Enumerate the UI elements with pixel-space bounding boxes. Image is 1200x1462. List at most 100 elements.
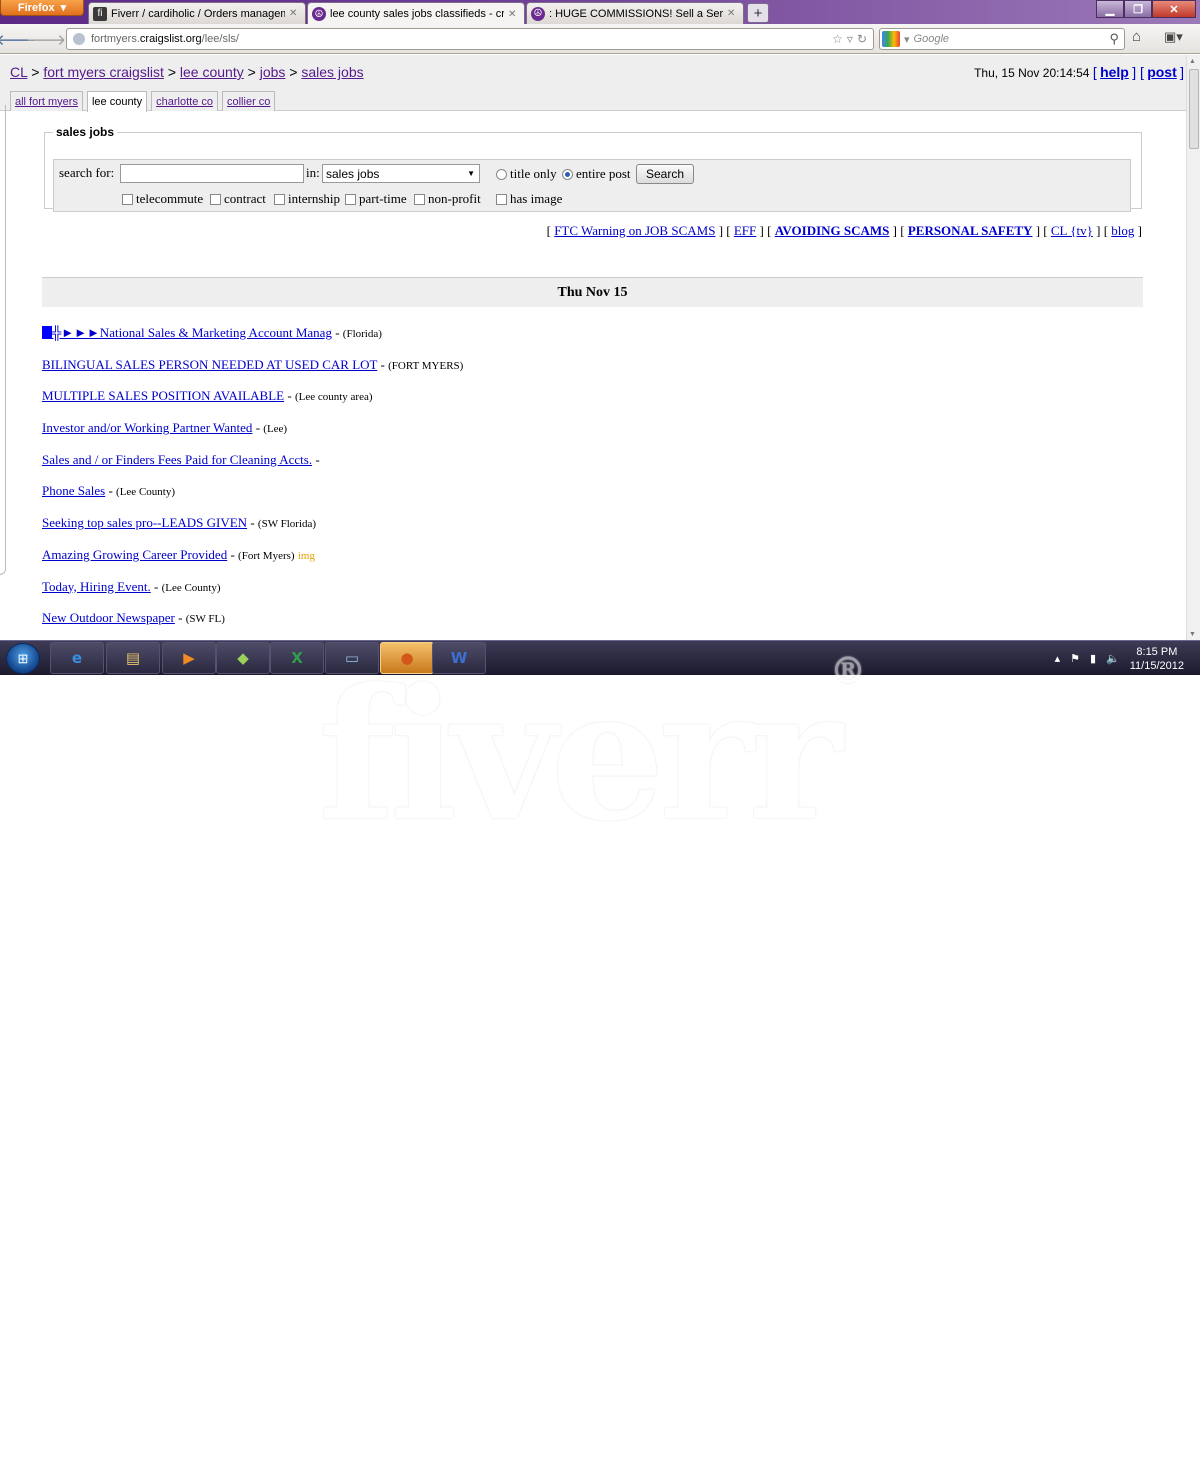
new-tab-button[interactable]: + [747,3,769,23]
google-icon[interactable] [882,31,900,47]
windows-explorer-icon[interactable]: ▤ [106,642,160,674]
bookmarks-menu-icon[interactable]: ▣▾ [1164,29,1183,45]
list-item: Today, Hiring Event. - (Lee County) [42,578,221,594]
restore-button[interactable]: ❐ [1124,0,1152,18]
category-select[interactable]: sales jobs ▼ [322,164,480,183]
media-player-icon[interactable]: ▶ [162,642,216,674]
close-icon[interactable]: ✕ [508,9,518,20]
tab-craigslist-sales-jobs[interactable]: ☮ lee county sales jobs classifieds - cr… [307,2,525,25]
title-only-radio[interactable]: title only [496,166,557,182]
image-tag: img [297,549,315,562]
eff-link[interactable]: EFF [734,223,756,238]
listing-link[interactable]: BILINGUAL SALES PERSON NEEDED AT USED CA… [42,357,377,372]
bookmark-star-icon[interactable]: ☆ [832,32,843,46]
power-icon[interactable]: ▮ [1090,652,1096,665]
breadcrumb-sales-jobs[interactable]: sales jobs [301,64,363,80]
listing-link[interactable]: Amazing Growing Career Provided [42,547,227,562]
post-link[interactable]: post [1147,64,1177,80]
listing-link[interactable]: Sales and / or Finders Fees Paid for Cle… [42,452,312,467]
part-time-checkbox[interactable]: part-time [345,191,407,207]
help-link[interactable]: help [1100,64,1129,80]
firefox-menu-button[interactable]: Firefox ▾ [0,0,84,16]
close-icon[interactable]: ✕ [289,8,299,19]
scroll-down-icon[interactable]: ▼ [1189,630,1196,638]
close-window-button[interactable]: ✕ [1152,0,1196,18]
tab-fiverr-orders[interactable]: fi Fiverr / cardiholic / Orders managem.… [88,2,306,24]
site-identity-icon[interactable] [73,33,85,45]
listing-link[interactable]: Investor and/or Working Partner Wanted [42,420,252,435]
close-icon[interactable]: ✕ [727,8,737,19]
internet-explorer-icon[interactable]: e [50,642,104,674]
listing-link[interactable]: ╬►►►National Sales & Marketing Account M… [52,325,332,340]
cl-tv-link[interactable]: CL {tv} [1051,223,1093,238]
area-tab-all-fort-myers[interactable]: all fort myers [10,91,83,111]
show-hidden-icons-icon[interactable]: ▴ [1055,652,1061,665]
list-item: BILINGUAL SALES PERSON NEEDED AT USED CA… [42,356,464,372]
scrollbar-thumb[interactable] [1189,69,1199,149]
windows-logo-icon: ⊞ [17,650,29,666]
telecommute-checkbox[interactable]: telecommute [122,191,203,207]
ftc-warning-link[interactable]: FTC Warning on JOB SCAMS [554,223,715,238]
peace-icon: ☮ [312,7,326,21]
area-tab-collier-co[interactable]: collier co [222,91,276,111]
action-center-icon[interactable]: ⚑ [1070,652,1080,665]
search-engine-dropdown-icon[interactable]: ▾ [904,33,910,46]
back-arrow-icon[interactable]: 🡐 [0,28,36,50]
listing-link[interactable]: New Outdoor Newspaper [42,610,175,625]
listing-link[interactable]: Phone Sales [42,483,105,498]
area-tab-lee-county[interactable]: lee county [86,91,148,112]
page-timestamp: Thu, 15 Nov 20:14:54 [974,66,1090,80]
contract-checkbox[interactable]: contract [210,191,266,207]
breadcrumb-lee-county[interactable]: lee county [180,64,244,80]
forward-arrow-icon[interactable]: 🡒 [26,28,66,50]
blog-link[interactable]: blog [1111,223,1134,238]
tab-label: : HUGE COMMISSIONS! Sell a Service ... [549,7,723,20]
has-image-checkbox[interactable]: has image [496,191,562,207]
navigation-toolbar: 🡐 🡒 fortmyers.craigslist.org/lee/sls/ ☆ … [0,24,1200,54]
tab-huge-commissions[interactable]: ☮ : HUGE COMMISSIONS! Sell a Service ...… [526,2,744,24]
listing-link[interactable]: MULTIPLE SALES POSITION AVAILABLE [42,388,284,403]
search-icon[interactable]: ⚲ [1109,31,1119,47]
search-bar[interactable]: ▾ Google ⚲ [879,28,1125,50]
watermark-text: fiverr [318,650,843,861]
history-dropdown-icon[interactable]: ▿ [847,32,853,46]
breadcrumb-jobs[interactable]: jobs [260,64,286,80]
volume-icon[interactable]: 🔈 [1106,652,1120,665]
entire-post-label: entire post [576,166,631,181]
listing-link[interactable]: Today, Hiring Event. [42,579,151,594]
breadcrumb-cl[interactable]: CL [10,64,27,80]
search-panel: search for: in: sales jobs ▼ title only … [53,159,1131,212]
internship-checkbox[interactable]: internship [274,191,340,207]
reload-icon[interactable]: ↻ [857,32,867,46]
folder-icon[interactable]: ◆ [216,642,270,674]
list-item: Sales and / or Finders Fees Paid for Cle… [42,451,320,467]
day-header: Thu Nov 15 [42,277,1143,307]
vertical-scrollbar[interactable]: ▲ ▼ [1186,55,1200,640]
registered-mark: ® [830,650,866,692]
checkbox-label: non-profit [428,191,481,206]
start-button[interactable]: ⊞ [6,643,40,674]
breadcrumb-fort-myers[interactable]: fort myers craigslist [43,64,164,80]
decorative-block [42,326,52,339]
excel-icon[interactable]: X [270,642,324,674]
system-clock[interactable]: 8:15 PM 11/15/2012 [1130,645,1184,673]
scroll-up-icon[interactable]: ▲ [1189,57,1196,65]
search-input[interactable] [120,164,304,183]
personal-safety-link[interactable]: PERSONAL SAFETY [908,223,1033,238]
home-icon[interactable]: ⌂ [1132,29,1141,46]
avoiding-scams-link[interactable]: AVOIDING SCAMS [775,223,890,238]
non-profit-checkbox[interactable]: non-profit [414,191,481,207]
listing-list: ╬►►►National Sales & Marketing Account M… [42,325,1142,640]
url-bar[interactable]: fortmyers.craigslist.org/lee/sls/ ☆ ▿ ↻ [66,28,874,50]
header-links: Thu, 15 Nov 20:14:54 [ help ] [ post ] [974,64,1184,80]
search-button[interactable]: Search [636,164,694,184]
listing-link[interactable]: Seeking top sales pro--LEADS GIVEN [42,515,247,530]
area-tab-charlotte-co[interactable]: charlotte co [151,91,218,111]
entire-post-radio[interactable]: entire post [562,166,631,182]
checkbox-icon [414,193,425,205]
list-item: Investor and/or Working Partner Wanted -… [42,420,288,436]
checkbox-icon [274,193,285,205]
peace-icon: ☮ [531,6,545,21]
radio-selected-icon [562,168,573,180]
minimize-button[interactable]: ▁ [1096,0,1124,18]
